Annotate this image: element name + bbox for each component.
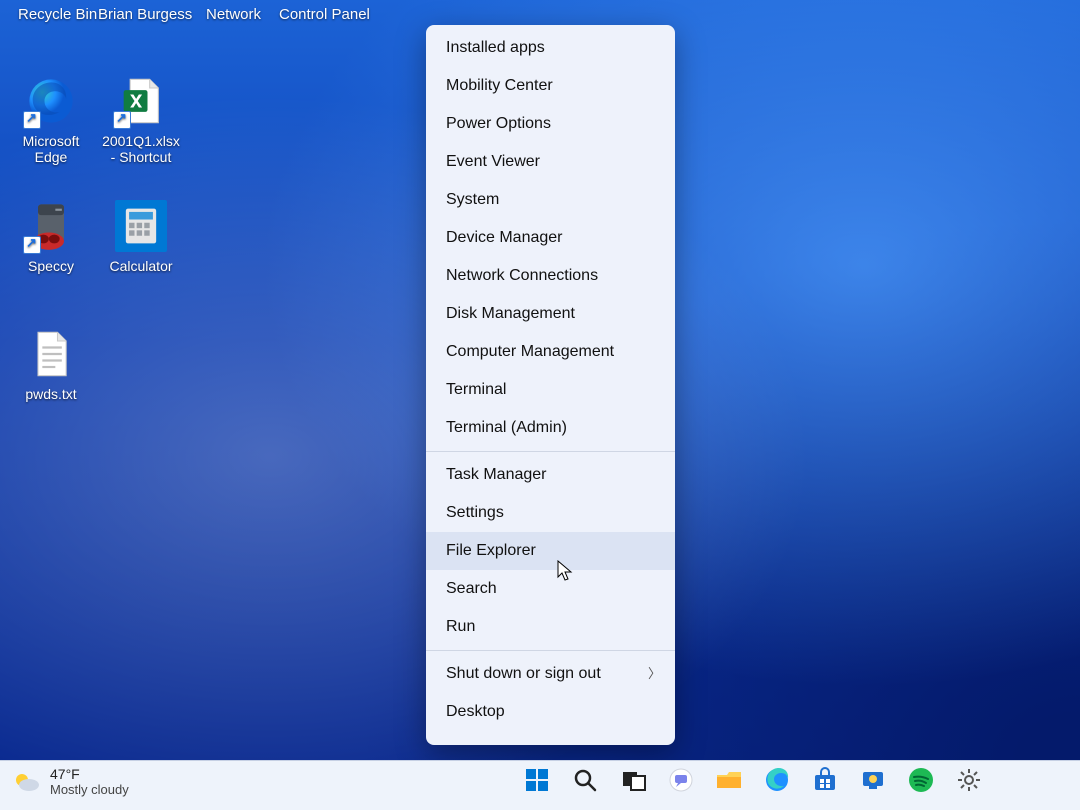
winx-item-mobility-center[interactable]: Mobility Center [426,67,675,105]
winx-item-installed-apps[interactable]: Installed apps [426,29,675,67]
winx-item-power-options[interactable]: Power Options [426,105,675,143]
icon-label: 2001Q1.xlsx - Shortcut [100,133,182,165]
winx-item-device-manager[interactable]: Device Manager [426,219,675,257]
edge-button[interactable] [762,765,792,795]
winx-item-computer-management[interactable]: Computer Management [426,333,675,371]
spotify-icon [908,767,934,793]
store-button[interactable] [810,765,840,795]
store-icon [812,767,838,793]
weather-temp: 47°F [50,767,129,782]
shortcut-overlay-icon [113,111,131,129]
excel-file-icon [115,75,167,127]
winx-item-file-explorer[interactable]: File Explorer [426,532,675,570]
winx-item-disk-management[interactable]: Disk Management [426,295,675,333]
icon-label: pwds.txt [10,386,92,402]
winx-item-terminal[interactable]: Terminal [426,371,675,409]
icon-label: Microsoft Edge [10,133,92,165]
user-folder-label[interactable]: Brian Burgess [98,6,192,23]
desktop[interactable]: Recycle Bin Brian Burgess Network Contro… [0,0,1080,760]
desktop-icon-calculator[interactable]: Calculator [100,200,182,274]
weather-widget[interactable]: 47°F Mostly cloudy [12,767,129,797]
desktop-icon-edge[interactable]: Microsoft Edge [10,75,92,165]
tips-icon [860,767,886,793]
network-label[interactable]: Network [206,6,261,23]
edge-icon [25,75,77,127]
settings-icon [956,767,982,793]
winx-item-terminal-admin[interactable]: Terminal (Admin) [426,409,675,447]
chat-icon [668,767,694,793]
winx-item-search[interactable]: Search [426,570,675,608]
shortcut-overlay-icon [23,236,41,254]
winx-item-shutdown-submenu[interactable]: Shut down or sign out 〉 [426,655,675,693]
weather-desc: Mostly cloudy [50,782,129,797]
submenu-label: Shut down or sign out [446,665,601,682]
settings-button[interactable] [954,765,984,795]
winx-item-run[interactable]: Run [426,608,675,646]
winx-item-settings[interactable]: Settings [426,494,675,532]
chevron-right-icon: 〉 [648,664,661,684]
shortcut-overlay-icon [23,111,41,129]
winx-item-system[interactable]: System [426,181,675,219]
control-panel-label[interactable]: Control Panel [279,6,370,23]
task-view-icon [620,767,646,793]
winx-item-task-manager[interactable]: Task Manager [426,456,675,494]
desktop-icon-xlsx[interactable]: 2001Q1.xlsx - Shortcut [100,75,182,165]
search-icon [572,767,598,793]
winx-menu[interactable]: Installed apps Mobility Center Power Opt… [426,25,675,745]
tips-button[interactable] [858,765,888,795]
menu-separator [426,451,675,452]
winx-item-network-connections[interactable]: Network Connections [426,257,675,295]
file-explorer-icon [715,767,743,793]
search-button[interactable] [570,765,600,795]
menu-separator [426,650,675,651]
recycle-bin-label[interactable]: Recycle Bin [18,6,97,23]
spotify-button[interactable] [906,765,936,795]
start-icon [524,767,550,793]
taskbar[interactable]: 47°F Mostly cloudy [0,760,1080,810]
taskbar-center [522,765,984,795]
calculator-icon [115,200,167,252]
start-button[interactable] [522,765,552,795]
chat-button[interactable] [666,765,696,795]
desktop-icon-speccy[interactable]: Speccy [10,200,92,274]
edge-icon [764,767,790,793]
text-file-icon [25,328,77,380]
task-view-button[interactable] [618,765,648,795]
winx-item-event-viewer[interactable]: Event Viewer [426,143,675,181]
desktop-icon-pwds[interactable]: pwds.txt [10,328,92,402]
file-explorer-button[interactable] [714,765,744,795]
weather-icon [12,768,40,796]
winx-item-desktop[interactable]: Desktop [426,693,675,731]
speccy-icon [25,200,77,252]
icon-label: Speccy [10,258,92,274]
icon-label: Calculator [100,258,182,274]
